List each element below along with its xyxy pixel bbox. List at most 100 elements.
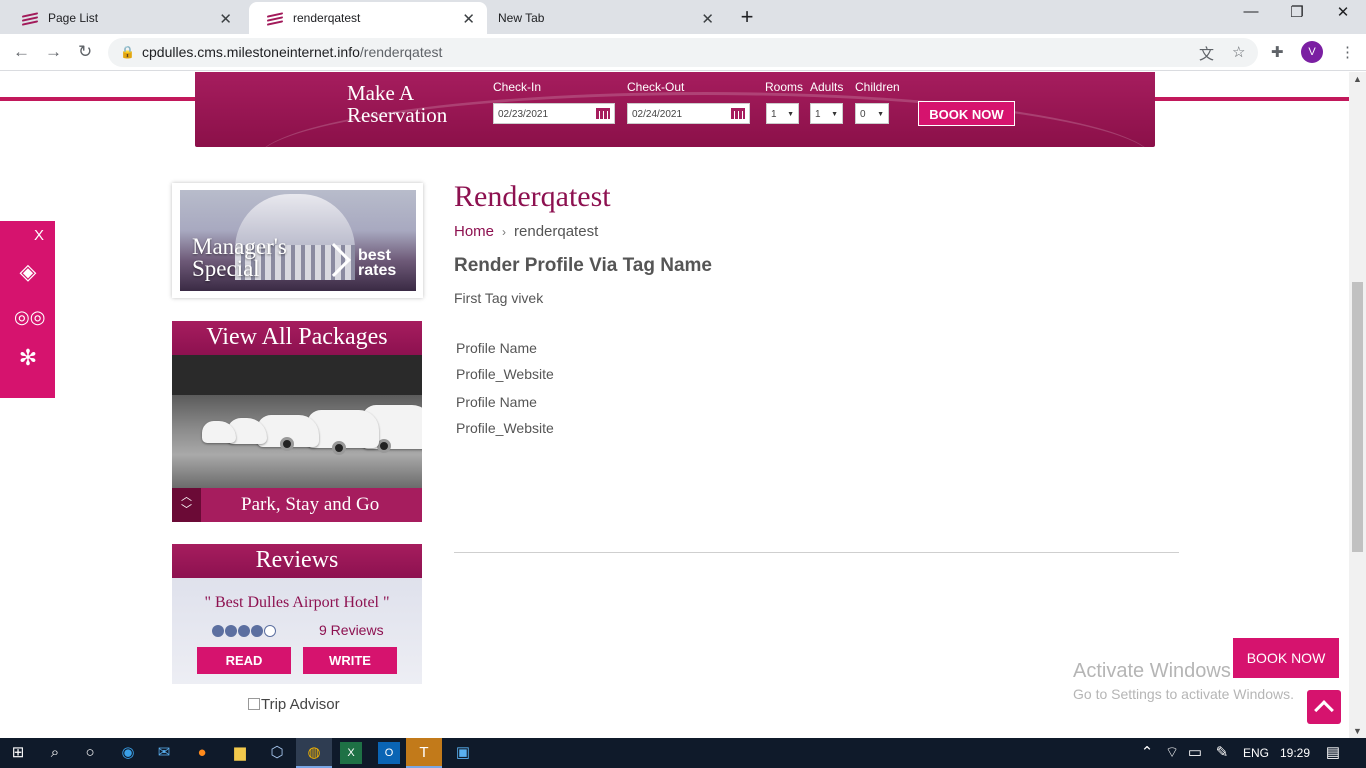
wifi-icon[interactable]: ⌔ xyxy=(1161,742,1183,764)
tab-title: renderqatest xyxy=(293,11,361,25)
site-favicon-icon xyxy=(22,12,38,26)
adults-label: Adults xyxy=(810,80,844,94)
outlook-icon[interactable]: O xyxy=(378,742,400,764)
windows-taskbar: ⊞ ⌕ ○ ◉ ✉ ● ▆ ⬡ ◍ X O T ▣ ⌃ ⌔ ▭ ✎ ENG 19… xyxy=(0,738,1366,768)
close-tab-icon[interactable]: ✕ xyxy=(219,10,232,28)
calendar-icon[interactable] xyxy=(731,108,745,119)
search-icon[interactable]: ⌕ xyxy=(44,742,66,764)
rooms-label: Rooms xyxy=(765,80,804,94)
breadcrumb-home-link[interactable]: Home xyxy=(454,223,494,240)
rating-dot-filled xyxy=(251,625,263,637)
rooms-select[interactable]: 1 ▼ xyxy=(766,103,799,124)
tab-renderqatest[interactable]: renderqatest ✕ xyxy=(249,2,487,34)
special-line2: Special xyxy=(192,256,260,281)
checkin-date-field[interactable]: 02/23/2021 xyxy=(493,103,615,124)
scroll-to-top-button[interactable] xyxy=(1307,690,1341,724)
package-caption[interactable]: Park, Stay and Go xyxy=(172,488,422,522)
yelp-icon[interactable]: ✻ xyxy=(14,345,42,371)
social-float-bar: X ◈ ◎◎ ✻ xyxy=(0,221,55,398)
close-tab-icon[interactable]: ✕ xyxy=(701,10,714,28)
excel-icon[interactable]: X xyxy=(340,742,362,764)
checkin-label: Check-In xyxy=(493,80,542,94)
battery-icon[interactable]: ▭ xyxy=(1184,742,1206,764)
read-reviews-button[interactable]: READ xyxy=(197,647,291,674)
adults-select[interactable]: 1 ▼ xyxy=(810,103,843,124)
windows-start-icon[interactable]: ⊞ xyxy=(7,742,29,764)
firefox-icon[interactable]: ● xyxy=(191,742,213,764)
browser-menu-icon[interactable]: ⋮ xyxy=(1340,43,1355,61)
book-now-button[interactable]: BOOK NOW xyxy=(918,101,1015,126)
review-quote: " Best Dulles Airport Hotel " xyxy=(204,594,390,611)
file-explorer-icon[interactable]: ▆ xyxy=(229,742,251,764)
profile-name-text: Profile Name xyxy=(456,394,537,410)
3d-box-icon[interactable]: ⬡ xyxy=(266,742,288,764)
photos-icon[interactable]: ▣ xyxy=(452,742,474,764)
pen-icon[interactable]: ✎ xyxy=(1211,742,1233,764)
close-tab-icon[interactable]: ✕ xyxy=(462,10,475,28)
breadcrumb-current: renderqatest xyxy=(514,223,599,240)
trip-advisor-image[interactable]: Trip Advisor xyxy=(248,696,340,713)
teams-icon[interactable]: T xyxy=(406,738,442,768)
breadcrumb: Home › renderqatest xyxy=(454,223,598,240)
chevron-up-icon xyxy=(1314,700,1334,720)
breadcrumb-separator-icon: › xyxy=(502,225,507,239)
garage-ceiling xyxy=(172,355,422,395)
header-divider-right xyxy=(1155,97,1349,101)
tab-new-tab[interactable]: New Tab ✕ xyxy=(480,2,726,34)
browser-toolbar: ← → ↻ 🔒 cpdulles.cms.milestoneinternet.i… xyxy=(0,34,1366,71)
tray-chevron-up-icon[interactable]: ⌃ xyxy=(1136,742,1158,764)
tab-title: New Tab xyxy=(498,11,545,25)
floating-book-now-button[interactable]: BOOK NOW xyxy=(1233,638,1339,678)
bookmark-star-icon[interactable]: ☆ xyxy=(1232,43,1245,61)
broken-image-icon xyxy=(248,698,260,710)
page-scrollbar[interactable]: ▲ ▼ xyxy=(1349,72,1366,738)
tripadvisor-owl-icon[interactable]: ◎◎ xyxy=(14,307,45,328)
notifications-icon[interactable]: ▤ xyxy=(1322,742,1344,764)
best-rates-text: best rates xyxy=(358,248,397,279)
best-line2: rates xyxy=(358,262,397,279)
edge-icon[interactable]: ◉ xyxy=(117,742,139,764)
adults-value: 1 xyxy=(815,109,821,120)
social-close-button[interactable]: X xyxy=(34,227,44,244)
package-nav-arrows[interactable]: ︿ ﹀ xyxy=(172,488,201,522)
trip-advisor-alt-text: Trip Advisor xyxy=(261,696,340,713)
new-tab-plus-icon[interactable]: + xyxy=(734,5,760,31)
watermark-line2: Go to Settings to activate Windows. xyxy=(1073,686,1294,702)
profile-website-text: Profile_Website xyxy=(456,366,554,382)
review-count[interactable]: 9 Reviews xyxy=(319,622,384,638)
translate-icon[interactable]: 文 xyxy=(1199,43,1214,64)
scroll-up-icon[interactable]: ▲ xyxy=(1353,74,1362,84)
children-select[interactable]: 0 ▼ xyxy=(855,103,889,124)
managers-special-card[interactable]: Manager's Special best rates xyxy=(172,183,423,298)
address-bar[interactable]: 🔒 cpdulles.cms.milestoneinternet.info/re… xyxy=(108,38,1258,67)
scrollbar-thumb[interactable] xyxy=(1352,282,1363,552)
stack-icon[interactable]: ◈ xyxy=(14,259,42,285)
car-wheel xyxy=(332,441,346,455)
restore-icon[interactable]: ❐ xyxy=(1274,3,1320,21)
page-title: Renderqatest xyxy=(454,180,611,213)
minimize-icon[interactable]: — xyxy=(1228,3,1274,20)
reload-icon[interactable]: ↻ xyxy=(78,42,92,62)
extensions-puzzle-icon[interactable]: ✚ xyxy=(1271,43,1284,61)
scroll-down-icon[interactable]: ▼ xyxy=(1353,726,1362,736)
view-all-packages-heading[interactable]: View All Packages xyxy=(172,321,422,355)
chevron-down-icon: ▼ xyxy=(831,111,838,118)
task-view-icon[interactable]: ○ xyxy=(79,742,101,764)
forward-arrow-icon[interactable]: → xyxy=(45,42,62,62)
special-text: Manager's Special xyxy=(192,235,287,281)
tab-page-list[interactable]: Page List ✕ xyxy=(4,2,244,34)
site-favicon-icon xyxy=(267,12,283,26)
reservation-bar: Make A Reservation Check-In 02/23/2021 C… xyxy=(195,72,1155,147)
profile-avatar[interactable]: V xyxy=(1301,41,1323,63)
calendar-icon[interactable] xyxy=(596,108,610,119)
window-close-icon[interactable]: ✕ xyxy=(1320,3,1366,21)
mail-icon[interactable]: ✉ xyxy=(153,742,175,764)
tag-text: First Tag vivek xyxy=(454,290,544,306)
clock[interactable]: 19:29 xyxy=(1280,746,1310,760)
reservation-title-line2: Reservation xyxy=(347,103,448,127)
chrome-icon[interactable]: ◍ xyxy=(296,738,332,768)
back-arrow-icon[interactable]: ← xyxy=(13,42,30,62)
write-review-button[interactable]: WRITE xyxy=(303,647,397,674)
language-indicator[interactable]: ENG xyxy=(1243,746,1269,760)
checkout-date-field[interactable]: 02/24/2021 xyxy=(627,103,750,124)
